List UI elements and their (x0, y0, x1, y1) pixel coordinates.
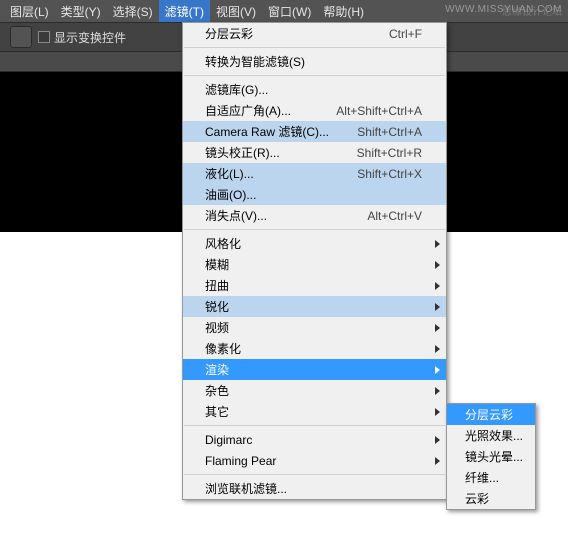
menubar-item[interactable]: 滤镜(T) (159, 0, 210, 22)
menu-item[interactable]: 液化(L)... Shift+Ctrl+X (183, 163, 446, 184)
menu-item[interactable]: 自适应广角(A)... Alt+Shift+Ctrl+A (183, 100, 446, 121)
submenu-arrow-icon (435, 345, 440, 353)
menu-separator (184, 75, 445, 76)
menu-item-shortcut: Shift+Ctrl+A (357, 125, 422, 139)
menu-item-label: 像素化 (205, 340, 241, 357)
menubar-item[interactable]: 类型(Y) (55, 0, 107, 22)
submenu-arrow-icon (435, 457, 440, 465)
menu-item-shortcut: Shift+Ctrl+X (357, 167, 422, 181)
render-submenu: 分层云彩光照效果...镜头光晕...纤维...云彩 (446, 403, 536, 510)
menu-item-label: 液化(L)... (205, 165, 254, 182)
menu-item[interactable]: Camera Raw 滤镜(C)... Shift+Ctrl+A (183, 121, 446, 142)
menu-item-label: 镜头校正(R)... (205, 144, 280, 161)
submenu-arrow-icon (435, 436, 440, 444)
menu-item-label: Digimarc (205, 433, 252, 447)
menu-item-label: Camera Raw 滤镜(C)... (205, 123, 329, 140)
menu-item[interactable]: 扭曲 (183, 275, 446, 296)
menu-item-label: 其它 (205, 403, 229, 420)
submenu-arrow-icon (435, 261, 440, 269)
menu-item[interactable]: 杂色 (183, 380, 446, 401)
menu-item-shortcut: Alt+Shift+Ctrl+A (336, 104, 422, 118)
menu-item-label: 滤镜库(G)... (205, 81, 268, 98)
menu-item[interactable]: 油画(O)... (183, 184, 446, 205)
menu-item-label: Flaming Pear (205, 454, 276, 468)
menu-item[interactable]: 视频 (183, 317, 446, 338)
menu-item-label: 分层云彩 (205, 25, 253, 42)
submenu-arrow-icon (435, 240, 440, 248)
menu-separator (184, 474, 445, 475)
menu-item-label: 油画(O)... (205, 186, 256, 203)
menu-item-label: 渲染 (205, 361, 229, 378)
menubar-item[interactable]: 视图(V) (210, 0, 262, 22)
menu-item[interactable]: 消失点(V)... Alt+Ctrl+V (183, 205, 446, 226)
submenu-arrow-icon (435, 303, 440, 311)
menu-item-label: 锐化 (205, 298, 229, 315)
menu-item-label: 转换为智能滤镜(S) (205, 53, 305, 70)
watermark: WWW.MISSYUAN.COM (445, 4, 562, 15)
show-transform-label: 显示变换控件 (54, 29, 126, 46)
menu-item[interactable]: 锐化 (183, 296, 446, 317)
menu-item[interactable]: 浏览联机滤镜... (183, 478, 446, 499)
menu-item[interactable]: 其它 (183, 401, 446, 422)
submenu-item[interactable]: 分层云彩 (447, 404, 535, 425)
menubar-item[interactable]: 窗口(W) (262, 0, 317, 22)
menu-item-label: 消失点(V)... (205, 207, 267, 224)
menu-item-label: 视频 (205, 319, 229, 336)
menu-item-label: 浏览联机滤镜... (205, 480, 287, 497)
menu-item[interactable]: 像素化 (183, 338, 446, 359)
submenu-arrow-icon (435, 282, 440, 290)
menu-separator (184, 229, 445, 230)
filter-menu: 分层云彩 Ctrl+F 转换为智能滤镜(S) 滤镜库(G)... 自适应广角(A)...… (182, 22, 447, 500)
menu-item[interactable]: 滤镜库(G)... (183, 79, 446, 100)
tool-button[interactable] (10, 26, 32, 48)
menu-separator (184, 425, 445, 426)
submenu-item[interactable]: 镜头光晕... (447, 446, 535, 467)
menu-item-label: 杂色 (205, 382, 229, 399)
menubar-item[interactable]: 选择(S) (107, 0, 159, 22)
menu-item-label: 扭曲 (205, 277, 229, 294)
submenu-arrow-icon (435, 408, 440, 416)
menu-item-label: 模糊 (205, 256, 229, 273)
menubar-item[interactable]: 帮助(H) (317, 0, 370, 22)
menu-item[interactable]: 模糊 (183, 254, 446, 275)
show-transform-checkbox[interactable] (38, 31, 50, 43)
menu-item[interactable]: 镜头校正(R)... Shift+Ctrl+R (183, 142, 446, 163)
menubar-item[interactable]: 图层(L) (4, 0, 55, 22)
menu-item-shortcut: Shift+Ctrl+R (357, 146, 422, 160)
menu-item-shortcut: Ctrl+F (389, 27, 422, 41)
menu-separator (184, 47, 445, 48)
submenu-arrow-icon (435, 366, 440, 374)
menu-item-shortcut: Alt+Ctrl+V (367, 209, 422, 223)
menu-item[interactable]: 转换为智能滤镜(S) (183, 51, 446, 72)
menu-item[interactable]: Flaming Pear (183, 450, 446, 471)
menu-item[interactable]: 分层云彩 Ctrl+F (183, 23, 446, 44)
menu-item[interactable]: Digimarc (183, 429, 446, 450)
submenu-item[interactable]: 光照效果... (447, 425, 535, 446)
submenu-item[interactable]: 云彩 (447, 488, 535, 509)
menu-item[interactable]: 风格化 (183, 233, 446, 254)
menu-item-label: 自适应广角(A)... (205, 102, 291, 119)
menu-item-label: 风格化 (205, 235, 241, 252)
submenu-arrow-icon (435, 324, 440, 332)
menu-item[interactable]: 渲染 (183, 359, 446, 380)
submenu-arrow-icon (435, 387, 440, 395)
submenu-item[interactable]: 纤维... (447, 467, 535, 488)
